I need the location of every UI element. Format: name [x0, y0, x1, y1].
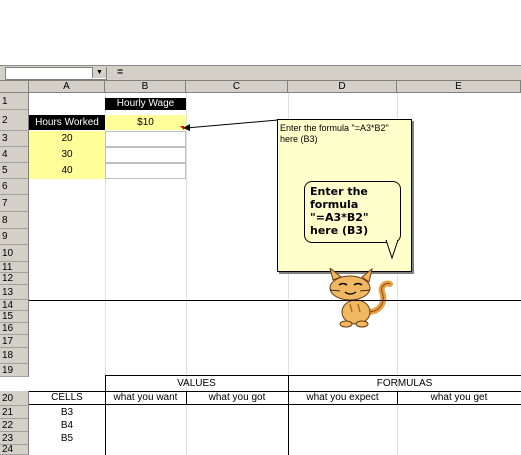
row-header[interactable]: 21 [0, 406, 29, 419]
cell-values-header[interactable]: VALUES [105, 377, 288, 390]
row-header[interactable]: 16 [0, 323, 29, 335]
row-header[interactable]: 2 [0, 110, 29, 131]
row-header[interactable]: 17 [0, 335, 29, 348]
column-header-d[interactable]: D [288, 81, 397, 93]
row-header[interactable]: 14 [0, 300, 29, 311]
name-box-dropdown-icon[interactable]: ▼ [92, 67, 106, 78]
row-header[interactable]: 5 [0, 163, 29, 179]
cell-b5[interactable] [105, 163, 186, 179]
equals-button[interactable]: = [110, 67, 130, 79]
cell-c20[interactable]: what you got [186, 392, 288, 404]
row-header[interactable]: 10 [0, 245, 29, 262]
cell-a5[interactable]: 40 [29, 163, 105, 179]
column-header-e[interactable]: E [397, 81, 521, 93]
column-header-a[interactable]: A [29, 81, 105, 93]
row-header[interactable]: 8 [0, 212, 29, 229]
formula-bar: ▼ = [0, 66, 521, 81]
cell-a20[interactable]: CELLS [29, 392, 105, 404]
cell-a3[interactable]: 20 [29, 131, 105, 147]
row-header[interactable]: 20 [0, 391, 29, 406]
cell-formulas-header[interactable]: FORMULAS [288, 377, 521, 390]
row-header[interactable]: 15 [0, 311, 29, 323]
row-header[interactable]: 19 [0, 364, 29, 377]
section-divider [29, 300, 521, 301]
column-header-b[interactable]: B [105, 81, 186, 93]
column-header-c[interactable]: C [186, 81, 288, 93]
comment-note-text: Enter the formula "=A3*B2" here (B3) [280, 123, 389, 144]
row-header[interactable]: 22 [0, 419, 29, 432]
comment-arrow [183, 119, 279, 131]
row-header[interactable]: 11 [0, 262, 29, 273]
select-all-corner[interactable] [0, 81, 29, 93]
cell-e20[interactable]: what you get [397, 392, 521, 404]
cell-b2[interactable]: $10 [105, 115, 186, 130]
cell-a22[interactable]: B4 [29, 419, 105, 432]
bubble-tail [385, 240, 399, 260]
cat-icon[interactable] [316, 268, 396, 330]
toolbar-area [0, 0, 521, 66]
cell-d20[interactable]: what you expect [288, 392, 397, 404]
cell-a21[interactable]: B3 [29, 406, 105, 419]
row-header[interactable]: 12 [0, 273, 29, 285]
row-header[interactable]: 18 [0, 348, 29, 364]
row-header[interactable]: 7 [0, 195, 29, 212]
row-header[interactable]: 9 [0, 229, 29, 245]
cell-b20[interactable]: what you want [105, 392, 186, 404]
cell-b3[interactable] [105, 131, 186, 147]
table-border [29, 404, 521, 405]
cell-b4[interactable] [105, 147, 186, 163]
cell-a2[interactable]: Hours Worked [29, 115, 105, 130]
cell-a4[interactable]: 30 [29, 147, 105, 163]
assistant-speech-text: Enter the formula "=A3*B2" here (B3) [310, 185, 369, 237]
cell-b1[interactable]: Hourly Wage [105, 98, 186, 110]
row-header[interactable]: 13 [0, 285, 29, 300]
row-header[interactable]: 6 [0, 179, 29, 195]
assistant-speech-bubble: Enter the formula "=A3*B2" here (B3) [304, 181, 401, 243]
row-header[interactable]: 3 [0, 131, 29, 147]
table-border [105, 375, 521, 376]
row-header[interactable]: 4 [0, 147, 29, 163]
row-header[interactable]: 24 [0, 445, 29, 455]
cell-a23[interactable]: B5 [29, 432, 105, 445]
row-header[interactable]: 1 [0, 93, 29, 110]
